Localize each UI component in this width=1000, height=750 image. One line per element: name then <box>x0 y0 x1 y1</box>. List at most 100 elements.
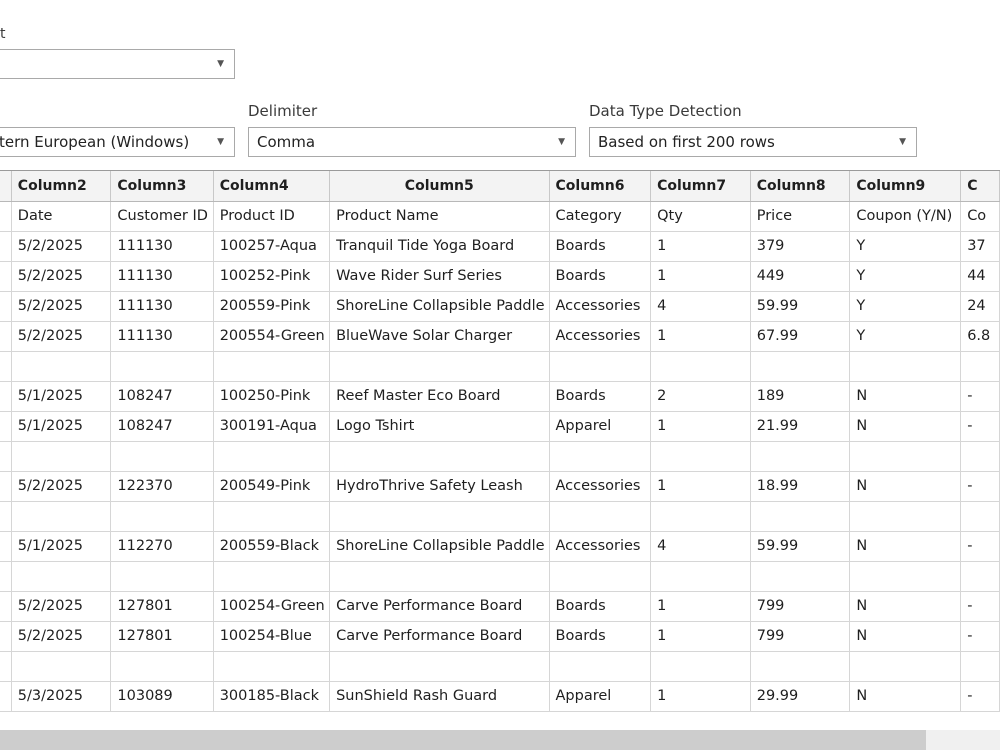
table-cell <box>650 441 751 472</box>
table-cell <box>0 651 12 682</box>
column-header[interactable]: Column2 <box>11 171 112 202</box>
table-cell: 5/3/2025 <box>11 681 112 712</box>
preview-grid[interactable]: Column2 Column3 Column4 Column5 Column6 Colum… <box>0 170 1000 731</box>
table-cell <box>110 651 214 682</box>
data-type-detection-value: Based on first 200 rows <box>598 133 775 151</box>
table-cell: 5/2/2025 <box>11 621 112 652</box>
table-cell: - <box>960 621 1000 652</box>
table-cell <box>0 471 12 502</box>
table-cell: SunShield Rash Guard <box>329 681 550 712</box>
table-cell: N <box>849 471 962 502</box>
column-header[interactable]: Column8 <box>750 171 851 202</box>
table-cell <box>960 561 1000 592</box>
table-cell <box>0 411 12 442</box>
table-cell: 5/2/2025 <box>11 261 112 292</box>
table-cell: 29.99 <box>750 681 851 712</box>
table-cell: Boards <box>549 231 652 262</box>
table-row: 5/2/2025 111130 100252-Pink Wave Rider Surf… <box>0 261 1000 292</box>
table-cell: Carve Performance Board <box>329 591 550 622</box>
table-row: 5/2/2025 127801 100254-Blue Carve Performan… <box>0 621 1000 652</box>
table-cell <box>750 441 851 472</box>
table-cell: Wave Rider Surf Series <box>329 261 550 292</box>
table-cell: 200559-Pink <box>213 291 331 322</box>
table-cell: 108247 <box>110 411 214 442</box>
table-cell: 5/1/2025 <box>11 381 112 412</box>
table-cell <box>849 501 962 532</box>
data-type-detection-label: Data Type Detection <box>589 102 742 120</box>
table-cell <box>329 441 550 472</box>
table-cell: 100250-Pink <box>213 381 331 412</box>
table-cell: 24 <box>960 291 1000 322</box>
table-row <box>0 501 1000 532</box>
encoding-dropdown[interactable]: tern European (Windows) ▼ <box>0 127 235 157</box>
table-cell <box>0 591 12 622</box>
table-cell <box>650 351 751 382</box>
column-header[interactable]: Column7 <box>650 171 751 202</box>
table-cell: Accessories <box>549 531 652 562</box>
table-cell: Reef Master Eco Board <box>329 381 550 412</box>
table-cell: 59.99 <box>750 291 851 322</box>
data-type-detection-dropdown[interactable]: Based on first 200 rows ▼ <box>589 127 917 157</box>
scrollbar-thumb[interactable] <box>0 730 926 750</box>
column-header[interactable] <box>0 171 12 202</box>
table-cell: 4 <box>650 291 751 322</box>
table-row <box>0 441 1000 472</box>
table-cell: 59.99 <box>750 531 851 562</box>
table-cell <box>960 501 1000 532</box>
table-cell: 379 <box>750 231 851 262</box>
table-cell: 100252-Pink <box>213 261 331 292</box>
table-cell: 108247 <box>110 381 214 412</box>
table-cell: 111130 <box>110 261 214 292</box>
table-cell <box>0 231 12 262</box>
column-header[interactable]: Column9 <box>849 171 962 202</box>
table-row: 5/2/2025 122370 200549-Pink HydroThrive Saf… <box>0 471 1000 502</box>
table-cell <box>750 651 851 682</box>
table-cell <box>0 261 12 292</box>
column-header[interactable]: Column3 <box>110 171 214 202</box>
table-cell: 449 <box>750 261 851 292</box>
column-header[interactable]: Column6 <box>549 171 652 202</box>
table-cell <box>960 351 1000 382</box>
table-cell <box>11 441 112 472</box>
table-cell: Tranquil Tide Yoga Board <box>329 231 550 262</box>
table-cell <box>0 291 12 322</box>
table-cell: Customer ID <box>110 201 214 232</box>
preview-table: Column2 Column3 Column4 Column5 Column6 Colum… <box>0 171 1000 712</box>
table-cell: ShoreLine Collapsible Paddle <box>329 531 550 562</box>
table-cell <box>650 651 751 682</box>
table-cell <box>213 501 331 532</box>
table-cell: 100257-Aqua <box>213 231 331 262</box>
table-cell: BlueWave Solar Charger <box>329 321 550 352</box>
horizontal-scrollbar[interactable] <box>0 730 1000 750</box>
table-cell: Accessories <box>549 321 652 352</box>
table-cell: 2 <box>650 381 751 412</box>
table-cell: 112270 <box>110 531 214 562</box>
table-cell <box>0 441 12 472</box>
delimiter-value: Comma <box>257 133 316 151</box>
table-cell: Boards <box>549 591 652 622</box>
file-origin-dropdown[interactable]: ▼ <box>0 49 235 79</box>
column-header[interactable]: Column4 <box>213 171 331 202</box>
delimiter-label: Delimiter <box>248 102 318 120</box>
table-cell <box>0 681 12 712</box>
table-cell: Accessories <box>549 471 652 502</box>
table-cell: 200549-Pink <box>213 471 331 502</box>
table-cell <box>213 441 331 472</box>
table-cell: 100254-Green <box>213 591 331 622</box>
table-cell: N <box>849 411 962 442</box>
table-cell: 4 <box>650 531 751 562</box>
column-header[interactable]: C <box>960 171 1000 202</box>
chevron-down-icon: ▼ <box>217 137 224 147</box>
table-cell: 799 <box>750 621 851 652</box>
table-cell: Price <box>750 201 851 232</box>
table-cell: Y <box>849 321 962 352</box>
table-cell: Boards <box>549 621 652 652</box>
table-row <box>0 351 1000 382</box>
table-cell: 1 <box>650 411 751 442</box>
delimiter-dropdown[interactable]: Comma ▼ <box>248 127 576 157</box>
column-header[interactable]: Column5 <box>329 171 550 202</box>
table-cell: N <box>849 531 962 562</box>
table-cell: Y <box>849 231 962 262</box>
table-cell <box>329 351 550 382</box>
table-cell: Apparel <box>549 411 652 442</box>
